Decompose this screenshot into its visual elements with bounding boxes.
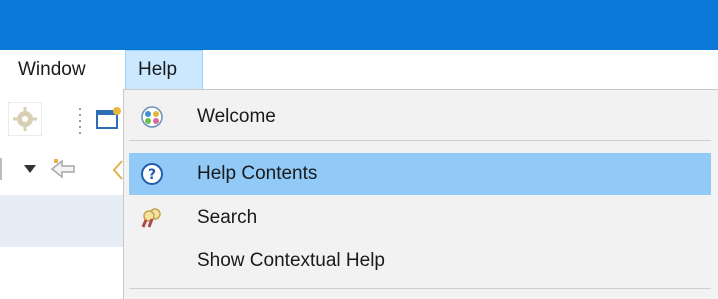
- menu-bar: Window Help: [0, 50, 718, 90]
- title-bar: [0, 0, 718, 50]
- gear-icon[interactable]: [8, 102, 42, 136]
- new-window-icon[interactable]: [96, 106, 122, 132]
- menu-item-help-contents-label: Help Contents: [197, 163, 318, 184]
- toolbar-separator: [79, 108, 81, 134]
- menu-item-search-label: Search: [197, 207, 258, 228]
- menu-item-search[interactable]: Search: [129, 197, 711, 239]
- back-arrow-icon[interactable]: [50, 157, 76, 181]
- welcome-icon: [141, 106, 163, 128]
- menu-item-welcome[interactable]: Welcome: [129, 96, 711, 138]
- dropdown-arrow-icon[interactable]: [24, 165, 36, 173]
- help-menu-dropdown: Welcome ? Help Contents Search Show Cont…: [123, 89, 718, 299]
- eclipse-window: Window Help Welcome ? Help Contents Sear…: [0, 0, 718, 299]
- search-icon: [141, 208, 161, 228]
- menu-item-help-contents[interactable]: ? Help Contents: [129, 153, 711, 195]
- toolbar-edge: [0, 158, 2, 180]
- menu-help[interactable]: Help: [125, 50, 203, 90]
- menu-separator-bottom: [129, 288, 711, 289]
- menu-separator: [129, 140, 711, 141]
- menu-item-show-contextual-help-label: Show Contextual Help: [197, 250, 385, 271]
- help-contents-icon: ?: [141, 163, 163, 185]
- menu-item-welcome-label: Welcome: [197, 106, 276, 127]
- menu-window[interactable]: Window: [10, 50, 94, 90]
- menu-item-show-contextual-help[interactable]: Show Contextual Help: [129, 240, 711, 282]
- svg-text:?: ?: [148, 167, 156, 183]
